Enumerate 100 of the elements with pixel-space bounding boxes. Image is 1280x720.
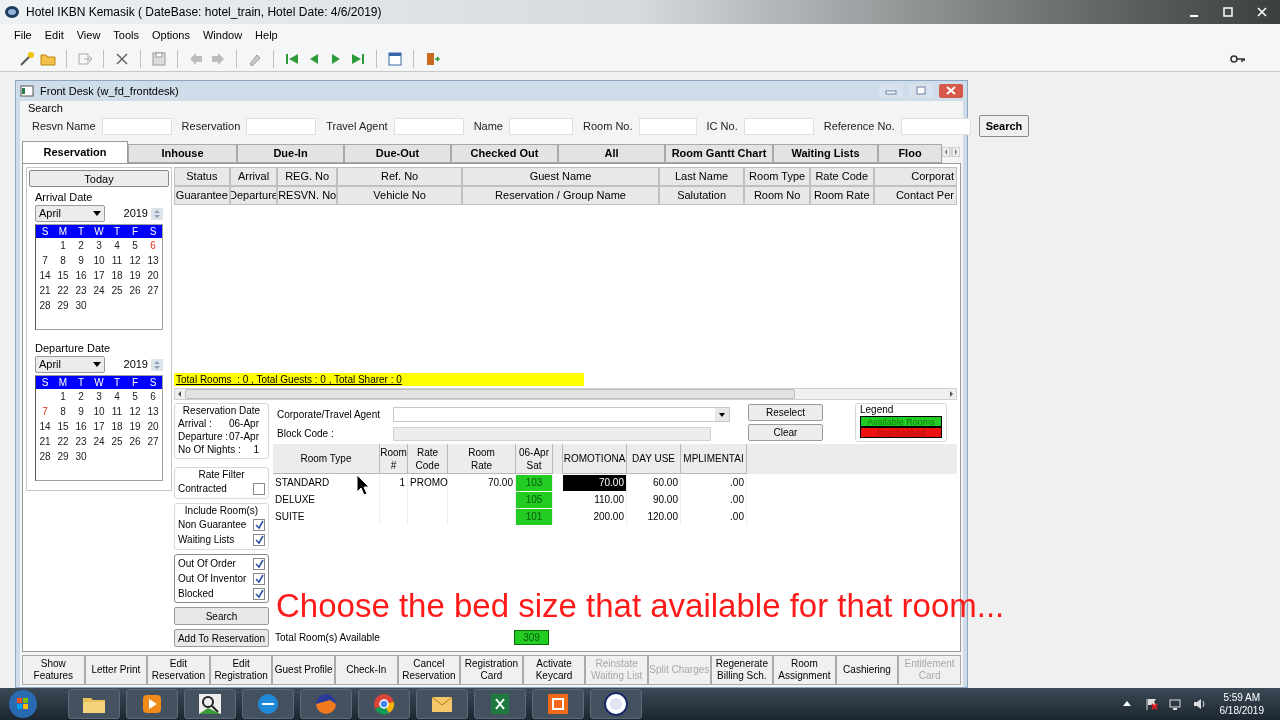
calendar-day[interactable]: 25 (108, 283, 126, 298)
calendar-day[interactable]: 16 (72, 268, 90, 283)
calendar-day[interactable]: 2 (72, 389, 90, 404)
calendar-day[interactable]: 20 (144, 268, 162, 283)
calendar-day[interactable]: 7 (36, 253, 54, 268)
calendar-day[interactable]: 22 (54, 434, 72, 449)
calendar-day[interactable]: 28 (36, 449, 54, 464)
calendar-day[interactable]: 11 (108, 404, 126, 419)
calendar-day[interactable]: 21 (36, 283, 54, 298)
tab[interactable]: Checked Out (451, 144, 558, 163)
footer-button[interactable]: Edit Registration (209, 655, 273, 685)
calendar-day[interactable]: 26 (126, 283, 144, 298)
calendar-day[interactable]: 3 (90, 238, 108, 253)
maximize-icon[interactable] (1222, 6, 1234, 18)
calendar-day[interactable]: 4 (108, 238, 126, 253)
input-field[interactable] (393, 117, 464, 135)
calendar-day[interactable]: 23 (72, 283, 90, 298)
menu-item[interactable]: View (70, 26, 107, 44)
calendar-day[interactable]: 14 (36, 419, 54, 434)
calendar-day[interactable]: 1 (54, 238, 72, 253)
calendar-day[interactable]: 9 (72, 404, 90, 419)
close-icon[interactable] (114, 50, 130, 67)
calendar-day[interactable]: 8 (54, 404, 72, 419)
horizontal-scrollbar[interactable] (174, 388, 957, 400)
calendar-day[interactable]: 24 (90, 283, 108, 298)
flag-icon[interactable] (1143, 697, 1158, 711)
tab[interactable]: Inhouse (128, 144, 237, 163)
button[interactable]: Reselect (748, 404, 823, 421)
menu-item[interactable]: Options (146, 26, 196, 44)
calendar-day[interactable]: 29 (54, 298, 72, 313)
footer-button[interactable]: Registration Card (460, 655, 523, 685)
footer-button[interactable]: Activate Keycard (522, 655, 586, 685)
menu-item[interactable]: Tools (107, 26, 146, 44)
input-field[interactable] (900, 117, 971, 135)
tab[interactable]: Reservation (22, 141, 128, 163)
input-field[interactable] (101, 117, 172, 135)
availability-cell[interactable]: 103 (516, 475, 553, 491)
calendar-day[interactable]: 17 (90, 268, 108, 283)
calendar-day[interactable]: 9 (72, 253, 90, 268)
input-field[interactable] (509, 117, 573, 135)
spinner-icon[interactable] (151, 207, 163, 220)
checkbox[interactable] (253, 587, 265, 600)
footer-button[interactable]: Cancel Reservation (397, 655, 461, 685)
window-icon[interactable] (387, 50, 403, 67)
tab[interactable]: Waiting Lists (773, 144, 878, 163)
calendar-day[interactable]: 23 (72, 434, 90, 449)
volume-icon[interactable] (1191, 697, 1206, 711)
month-dropdown[interactable]: April (35, 356, 105, 373)
calendar-day[interactable]: 30 (72, 449, 90, 464)
calendar-day[interactable]: 11 (108, 253, 126, 268)
start-icon[interactable] (8, 689, 38, 719)
calendar-day[interactable]: 6 (144, 389, 162, 404)
availability-cell[interactable]: 105 (516, 492, 553, 508)
calendar-day[interactable]: 2 (72, 238, 90, 253)
wand-icon[interactable] (18, 50, 34, 67)
save-icon[interactable] (151, 50, 167, 67)
footer-button[interactable]: Edit Reservation (147, 655, 210, 685)
calendar-day[interactable]: 7 (36, 404, 54, 419)
calendar-day[interactable]: 26 (126, 434, 144, 449)
calendar-day[interactable]: 28 (36, 298, 54, 313)
calendar-day[interactable]: 12 (126, 404, 144, 419)
calendar-day[interactable]: 15 (54, 419, 72, 434)
calendar-day[interactable]: 8 (54, 253, 72, 268)
input-field[interactable] (638, 117, 697, 135)
tab[interactable]: Due-In (237, 144, 344, 163)
network-icon[interactable] (1167, 697, 1182, 711)
action-button[interactable]: Search (174, 607, 269, 625)
button[interactable]: Clear (748, 424, 823, 441)
footer-button[interactable]: Regenerate Billing Sch. (710, 655, 774, 685)
menu-item[interactable]: Edit (38, 26, 70, 44)
door-exit-icon[interactable] (424, 50, 440, 67)
calendar-day[interactable]: 17 (90, 419, 108, 434)
calendar-day[interactable]: 19 (126, 419, 144, 434)
menu-item[interactable]: Window (196, 26, 249, 44)
calendar-day[interactable]: 6 (144, 238, 162, 253)
checkbox[interactable] (253, 482, 265, 495)
checkbox[interactable] (253, 533, 265, 546)
calendar-day[interactable]: 22 (54, 283, 72, 298)
input-field[interactable] (743, 117, 814, 135)
calendar-day[interactable]: 12 (126, 253, 144, 268)
calendar-day[interactable]: 13 (144, 253, 162, 268)
calendar-day[interactable]: 21 (36, 434, 54, 449)
footer-button[interactable]: Room Assignment (773, 655, 836, 685)
availability-cell[interactable]: 101 (516, 509, 553, 525)
checkbox[interactable] (253, 572, 265, 585)
tab[interactable]: All (558, 144, 665, 163)
calendar-day[interactable]: 5 (126, 389, 144, 404)
footer-button[interactable]: Check-In (334, 655, 398, 685)
calendar-day[interactable]: 24 (90, 434, 108, 449)
footer-button[interactable]: Letter Print (84, 655, 148, 685)
today-button[interactable]: Today (29, 170, 169, 187)
action-button[interactable]: Add To Reservation (174, 629, 269, 647)
checkbox[interactable] (253, 518, 265, 531)
calendar-day[interactable]: 18 (108, 419, 126, 434)
month-dropdown[interactable]: April (35, 205, 105, 222)
calendar-day[interactable]: 5 (126, 238, 144, 253)
scroll-thumb[interactable] (185, 389, 795, 399)
calendar-day[interactable]: 10 (90, 404, 108, 419)
menu-item[interactable]: File (8, 26, 38, 44)
calendar-day[interactable]: 13 (144, 404, 162, 419)
